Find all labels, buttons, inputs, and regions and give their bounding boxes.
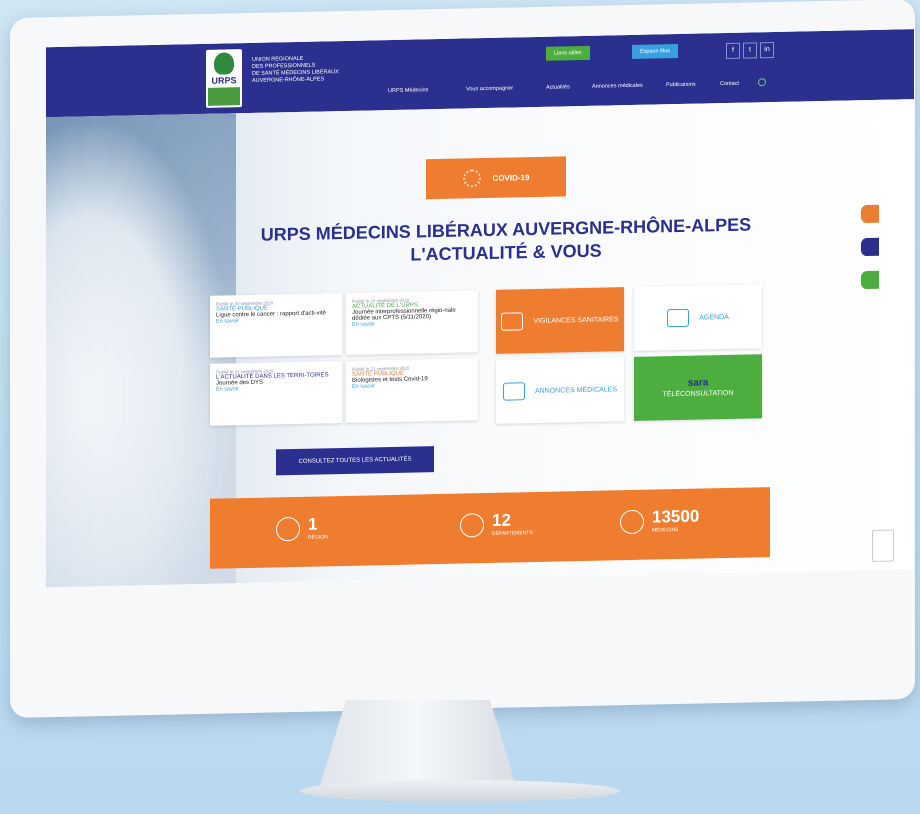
stats-band: 1 RÉGION 12 DÉPARTEMENTS 13500 MÉDECINS <box>210 487 770 569</box>
annonces-tile[interactable]: ANNONCES MÉDICALES <box>496 357 624 424</box>
warning-icon <box>501 312 524 331</box>
shield-icon <box>502 382 525 401</box>
region-map-icon <box>276 516 300 542</box>
stat-label: MÉDECINS <box>652 526 679 534</box>
liens-utiles-button[interactable]: Liens utiles <box>546 45 590 61</box>
news-card[interactable]: Publié le 21 septembre 2020 SANTÉ PUBLIQ… <box>346 358 478 423</box>
covid-button[interactable]: COVID-19 <box>426 156 566 200</box>
stat-label: DÉPARTEMENTS <box>492 530 533 537</box>
stethoscope-icon <box>620 509 644 535</box>
nav-urps-medecins[interactable]: URPS Médecins <box>388 87 428 94</box>
search-icon[interactable] <box>758 78 766 87</box>
teleconsultation-tile[interactable]: sara TÉLÉCONSULTATION <box>634 354 762 421</box>
stat-region: 1 RÉGION <box>276 514 328 542</box>
vigilances-label: VIGILANCES SANITAIRES <box>533 315 619 325</box>
sara-logo: sara <box>687 377 709 389</box>
side-tab-green[interactable] <box>861 270 879 290</box>
virus-icon <box>462 169 481 188</box>
monitor-base <box>300 780 620 802</box>
side-tab-chat-icon[interactable] <box>861 237 879 257</box>
stat-label: RÉGION <box>308 534 328 541</box>
news-card[interactable]: Publié le 30 septembre 2020 SANTÉ PUBLIQ… <box>210 293 342 358</box>
side-tab-orange[interactable] <box>861 204 879 224</box>
agenda-tile[interactable]: AGENDA <box>634 284 762 351</box>
read-more-link[interactable]: En savoir <box>352 319 472 327</box>
tree-logo-icon <box>214 52 234 75</box>
consult-all-button[interactable]: CONSULTEZ TOUTES LES ACTUALITÉS <box>276 446 434 476</box>
stat-departements: 12 DÉPARTEMENTS <box>460 510 533 538</box>
news-card[interactable]: Publié le 21 septembre 2020 L'ACTUALITÉ … <box>210 361 342 426</box>
urps-logo[interactable]: URPS <box>206 49 242 108</box>
read-more-link[interactable]: En savoir <box>352 381 472 389</box>
covid-label: COVID-19 <box>492 172 530 183</box>
org-line: AUVERGNE-RHÔNE-ALPES <box>252 76 325 84</box>
teleconsultation-label: TÉLÉCONSULTATION <box>662 389 734 399</box>
location-pin-icon <box>460 513 484 538</box>
stat-medecins: 13500 MÉDECINS <box>620 507 699 535</box>
org-name: UNION RÉGIONALE DES PROFESSIONNELS DE SA… <box>252 54 392 85</box>
nav-contact[interactable]: Contact <box>720 81 739 87</box>
recaptcha-badge[interactable] <box>872 529 894 562</box>
news-card[interactable]: Publié le 24 septembre 2020 ACTUALITÉ DE… <box>346 290 478 355</box>
linkedin-icon[interactable]: in <box>760 41 774 59</box>
annonces-label: ANNONCES MÉDICALES <box>534 385 618 395</box>
read-more-link[interactable]: En savoir <box>216 316 336 324</box>
stat-value: 13500 <box>652 506 700 527</box>
logo-text: URPS <box>211 75 237 86</box>
stat-value: 12 <box>492 510 511 530</box>
nav-annonces-medicales[interactable]: Annonces médicales <box>592 83 643 90</box>
facebook-icon[interactable]: f <box>726 42 740 60</box>
twitter-icon[interactable]: t <box>743 42 757 59</box>
stat-value: 1 <box>308 514 318 534</box>
monitor-stand <box>318 700 518 792</box>
read-more-link[interactable]: En savoir <box>216 384 336 392</box>
doctor-photo <box>46 113 236 588</box>
nav-actualites[interactable]: Actualités <box>546 84 570 90</box>
nav-vous-accompagner[interactable]: Vous accompagner <box>466 85 513 92</box>
logo-region-band <box>208 87 240 106</box>
calendar-icon <box>667 308 690 328</box>
vigilances-tile[interactable]: VIGILANCES SANITAIRES <box>496 287 624 354</box>
agenda-label: AGENDA <box>699 313 729 322</box>
monitor-frame: URPS UNION RÉGIONALE DES PROFESSIONNELS … <box>10 0 915 718</box>
espace-elus-button[interactable]: Espace élus <box>632 44 678 59</box>
nav-publications[interactable]: Publications <box>666 82 696 89</box>
browser-screen: URPS UNION RÉGIONALE DES PROFESSIONNELS … <box>46 29 914 588</box>
